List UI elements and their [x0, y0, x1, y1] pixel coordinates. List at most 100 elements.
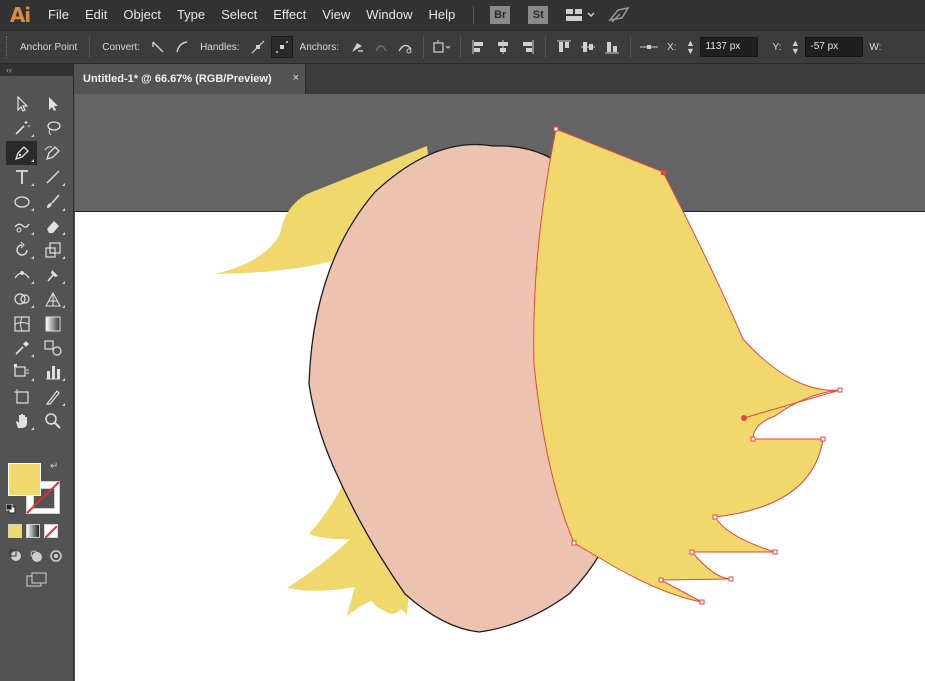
symbol-sprayer-tool-icon[interactable] — [6, 360, 37, 384]
menu-view[interactable]: View — [314, 0, 358, 30]
ellipse-tool-icon[interactable] — [6, 190, 37, 214]
tools-panel-collapse[interactable]: ‹‹ — [0, 64, 73, 76]
remove-anchor-icon[interactable] — [346, 36, 368, 58]
gradient-tool-icon[interactable] — [37, 312, 68, 336]
show-handles-icon[interactable] — [247, 36, 269, 58]
convert-to-smooth-icon[interactable] — [171, 36, 193, 58]
anchor-point[interactable] — [712, 514, 718, 520]
paintbrush-tool-icon[interactable] — [37, 190, 68, 214]
zoom-tool-icon[interactable] — [37, 409, 68, 433]
menu-window[interactable]: Window — [358, 0, 420, 30]
menu-object[interactable]: Object — [115, 0, 169, 30]
front-hair-shape[interactable] — [533, 128, 841, 603]
draw-normal-icon[interactable] — [8, 548, 24, 564]
align-horizontal-center-icon[interactable] — [492, 36, 514, 58]
menu-type[interactable]: Type — [169, 0, 213, 30]
reference-point-icon[interactable] — [638, 36, 660, 58]
menu-effect[interactable]: Effect — [265, 0, 314, 30]
menu-edit[interactable]: Edit — [77, 0, 115, 30]
anchor-point[interactable] — [689, 549, 695, 555]
w-label: W: — [869, 41, 882, 53]
draw-inside-icon[interactable] — [48, 548, 64, 564]
blend-tool-icon[interactable] — [37, 336, 68, 360]
align-bottom-icon[interactable] — [601, 36, 623, 58]
handle-point[interactable] — [741, 415, 747, 421]
column-graph-tool-icon[interactable] — [37, 360, 68, 384]
isolate-object-icon[interactable] — [431, 36, 453, 58]
anchor-point[interactable] — [772, 549, 778, 555]
eraser-tool-icon[interactable] — [37, 214, 68, 238]
control-bar: Anchor Point Convert: Handles: Anchors: — [0, 30, 925, 64]
arrange-documents-icon[interactable] — [566, 8, 596, 22]
connect-anchors-icon[interactable] — [370, 36, 392, 58]
anchor-point[interactable] — [699, 599, 705, 605]
mesh-tool-icon[interactable] — [6, 312, 37, 336]
type-tool-icon[interactable] — [6, 165, 37, 189]
anchor-point[interactable] — [728, 576, 734, 582]
default-fill-stroke-icon[interactable] — [5, 501, 16, 514]
direct-selection-tool-icon[interactable] — [37, 92, 68, 116]
artboard-tool-icon[interactable] — [6, 385, 37, 409]
align-vertical-center-icon[interactable] — [577, 36, 599, 58]
align-top-icon[interactable] — [553, 36, 575, 58]
gradient-mode-icon[interactable] — [26, 524, 40, 538]
control-bar-grip[interactable] — [6, 36, 12, 58]
align-right-icon[interactable] — [516, 36, 538, 58]
swap-fill-stroke-icon[interactable]: ↵ — [50, 461, 58, 472]
menu-separator — [473, 6, 475, 24]
document-tab-title: Untitled-1* @ 66.67% (RGB/Preview) — [83, 73, 272, 85]
menu-select[interactable]: Select — [213, 0, 265, 30]
anchor-point[interactable] — [820, 436, 826, 442]
screen-mode-icon[interactable] — [26, 572, 47, 588]
slice-tool-icon[interactable] — [37, 385, 68, 409]
stock-button[interactable]: St — [528, 6, 549, 24]
close-tab-icon[interactable]: × — [293, 72, 299, 84]
y-position-field[interactable]: -57 px — [805, 37, 864, 57]
x-position-field[interactable]: 1137 px — [700, 37, 759, 57]
curvature-tool-icon[interactable] — [37, 141, 68, 165]
align-left-icon[interactable] — [468, 36, 490, 58]
line-segment-tool-icon[interactable] — [37, 165, 68, 189]
y-stepper[interactable]: ▲ ▼ — [789, 37, 801, 57]
draw-behind-icon[interactable] — [28, 548, 44, 564]
control-separator — [460, 36, 461, 58]
hand-tool-icon[interactable] — [6, 409, 37, 433]
anchor-point[interactable] — [553, 126, 559, 132]
color-mode-icon[interactable] — [8, 524, 22, 538]
magic-wand-tool-icon[interactable] — [6, 116, 37, 140]
artwork[interactable] — [75, 94, 925, 681]
convert-to-corner-icon[interactable] — [147, 36, 169, 58]
bridge-button[interactable]: Br — [490, 6, 511, 24]
app-logo: Ai — [9, 3, 31, 27]
control-separator — [545, 36, 546, 58]
anchor-point[interactable] — [658, 577, 664, 583]
cut-path-icon[interactable] — [394, 36, 416, 58]
document-tab[interactable]: Untitled-1* @ 66.67% (RGB/Preview) × — [75, 64, 306, 94]
puppet-warp-tool-icon[interactable] — [37, 263, 68, 287]
anchor-point[interactable] — [837, 387, 843, 393]
scale-tool-icon[interactable] — [37, 238, 68, 262]
hide-handles-icon[interactable] — [270, 36, 293, 58]
canvas[interactable] — [75, 94, 925, 681]
anchor-point-selected[interactable] — [661, 170, 666, 175]
menu-file[interactable]: File — [40, 0, 77, 30]
lasso-tool-icon[interactable] — [37, 116, 68, 140]
perspective-grid-tool-icon[interactable] — [37, 287, 68, 311]
rotate-tool-icon[interactable] — [6, 238, 37, 262]
anchor-point[interactable] — [750, 436, 756, 442]
gpu-performance-icon[interactable] — [608, 6, 630, 24]
x-stepper[interactable]: ▲ ▼ — [684, 37, 696, 57]
anchor-point[interactable] — [571, 540, 577, 546]
selection-tool-icon[interactable] — [6, 92, 37, 116]
none-mode-icon[interactable] — [44, 524, 58, 539]
tools-panel: ‹‹ ↵ — [0, 64, 74, 681]
tool-name-label: Anchor Point — [20, 41, 78, 53]
menu-help[interactable]: Help — [420, 0, 463, 30]
shape-builder-tool-icon[interactable] — [6, 287, 37, 311]
color-mode-row — [8, 524, 58, 539]
pen-tool-icon[interactable] — [6, 140, 37, 165]
width-tool-icon[interactable] — [6, 263, 37, 287]
eyedropper-tool-icon[interactable] — [6, 336, 37, 360]
shaper-tool-icon[interactable] — [6, 214, 37, 238]
fill-swatch[interactable] — [8, 463, 41, 496]
